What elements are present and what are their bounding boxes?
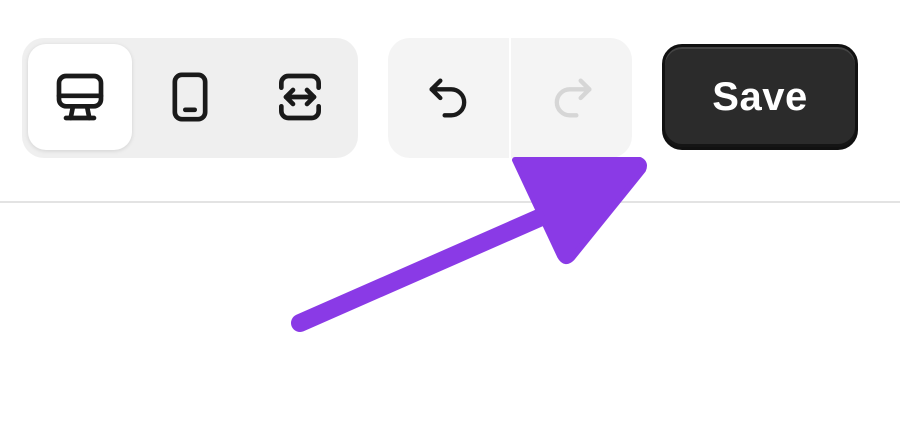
desktop-icon	[52, 69, 108, 125]
save-button[interactable]: Save	[662, 44, 858, 150]
fit-width-button[interactable]	[248, 44, 352, 150]
device-mode-switcher	[22, 38, 358, 158]
redo-button[interactable]	[511, 38, 632, 158]
mobile-view-button[interactable]	[138, 44, 242, 150]
toolbar-divider	[0, 201, 900, 203]
undo-button[interactable]	[388, 38, 509, 158]
mobile-icon	[162, 69, 218, 125]
history-controls	[388, 38, 632, 158]
page: Save	[0, 0, 900, 431]
redo-icon	[546, 72, 598, 124]
undo-icon	[423, 72, 475, 124]
desktop-view-button[interactable]	[28, 44, 132, 150]
fit-width-icon	[272, 69, 328, 125]
editor-toolbar: Save	[0, 0, 900, 202]
